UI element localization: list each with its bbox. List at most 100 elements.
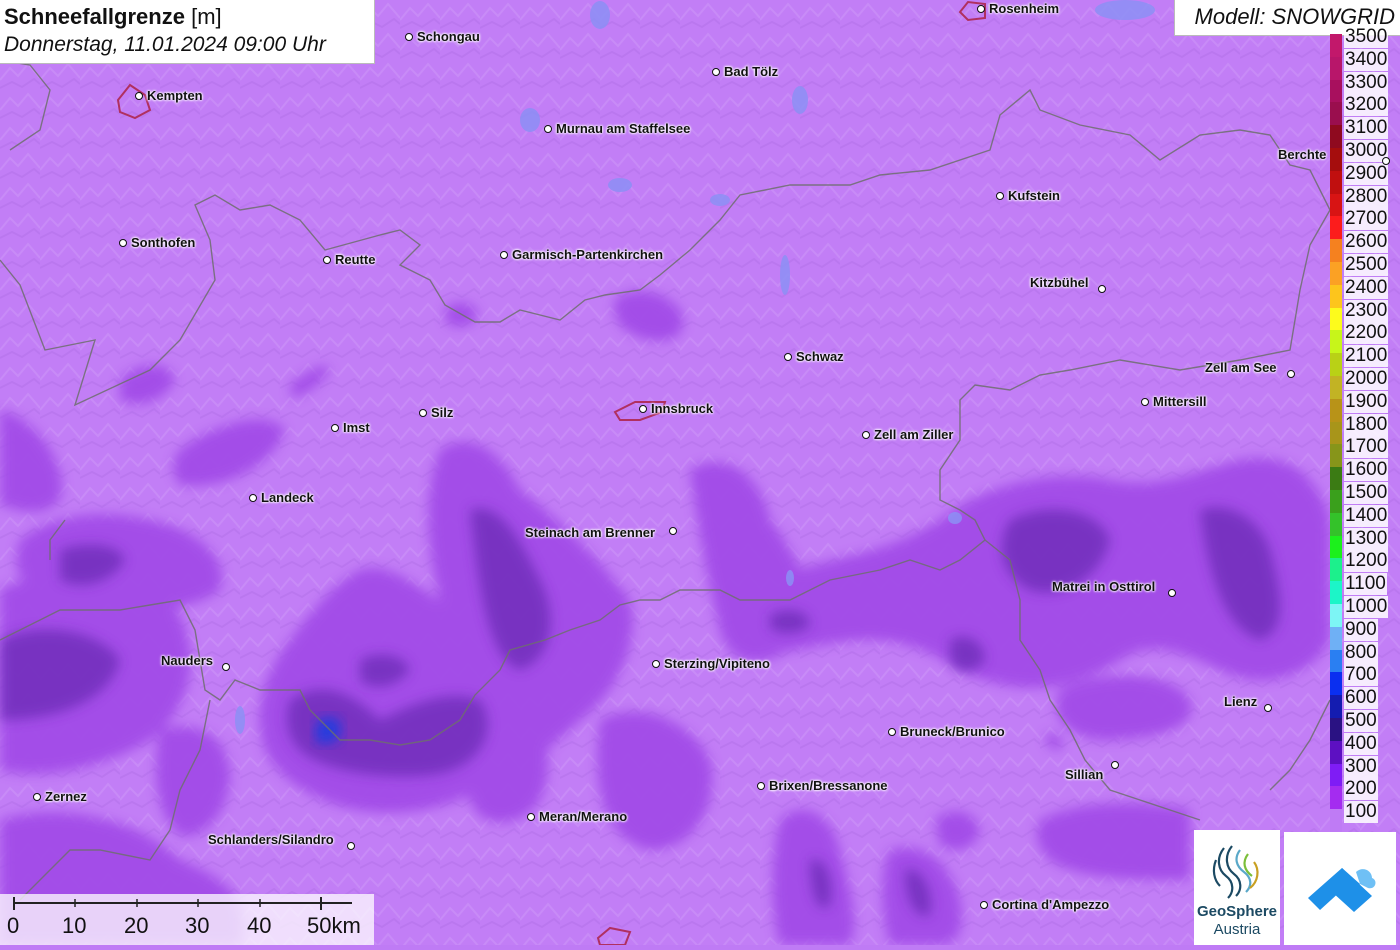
legend-swatch: [1330, 102, 1342, 126]
legend-swatch: [1330, 125, 1342, 149]
legend-label: 2600: [1344, 231, 1389, 254]
legend-label: 1100: [1344, 573, 1387, 596]
legend-label: 1200: [1344, 550, 1389, 573]
city-label: Sonthofen: [131, 235, 196, 250]
legend-swatch: [1330, 193, 1342, 217]
city-label: Zernez: [45, 789, 87, 804]
legend-swatch: [1330, 467, 1342, 491]
legend-swatch: [1330, 398, 1342, 422]
legend-swatch: [1330, 512, 1342, 536]
legend-label: 300: [1344, 755, 1378, 778]
map-canvas[interactable]: [0, 0, 1400, 945]
legend-swatch: [1330, 718, 1342, 741]
legend-label: 2000: [1344, 368, 1389, 390]
city-marker-icon[interactable]: [888, 728, 896, 736]
city-marker-icon[interactable]: [652, 660, 660, 668]
city-marker-icon[interactable]: [544, 125, 552, 133]
city-label: Silz: [431, 405, 454, 420]
legend-entry: 100: [1328, 801, 1400, 833]
scale-label: 20: [124, 913, 149, 938]
city-label: Reutte: [335, 252, 376, 267]
city-label: Bad Tölz: [724, 64, 779, 79]
city-label: Steinach am Brenner: [525, 525, 656, 540]
city-label: Schlanders/Silandro: [208, 832, 334, 847]
city-marker-icon[interactable]: [1141, 398, 1149, 406]
city-marker-icon[interactable]: [1382, 157, 1390, 165]
legend-label: 2100: [1344, 345, 1389, 368]
city-marker-icon[interactable]: [500, 251, 508, 259]
legend-swatch: [1330, 444, 1342, 468]
legend-label: 2500: [1344, 254, 1389, 276]
geosphere-logo[interactable]: GeoSphere Austria: [1194, 830, 1280, 945]
legend-swatch: [1330, 535, 1342, 559]
city-label: Kufstein: [1008, 188, 1060, 203]
city-label: Nauders: [161, 653, 214, 668]
scale-label: 30: [185, 913, 210, 938]
snowgrid-logo[interactable]: [1284, 832, 1396, 945]
city-marker-icon[interactable]: [222, 663, 230, 671]
legend-label: 3100: [1344, 117, 1389, 140]
city-marker-icon[interactable]: [639, 405, 647, 413]
legend-label: 3200: [1344, 94, 1389, 117]
city-label: Matrei in Osttirol: [1052, 579, 1156, 594]
city-marker-icon[interactable]: [135, 92, 143, 100]
city-marker-icon[interactable]: [784, 353, 792, 361]
legend-label: 2900: [1344, 162, 1389, 185]
legend-swatch: [1330, 284, 1342, 308]
legend-label: 1400: [1344, 504, 1389, 527]
city-label: Meran/Merano: [539, 809, 628, 824]
city-marker-icon[interactable]: [757, 782, 765, 790]
legend-label: 3400: [1344, 48, 1389, 71]
legend-swatch: [1330, 649, 1342, 673]
city-label: Schwaz: [796, 349, 844, 364]
legend-label: 3500: [1344, 26, 1389, 48]
legend-swatch: [1330, 56, 1342, 80]
scale-label: 50km: [307, 913, 361, 938]
city-label: Innsbruck: [651, 401, 714, 416]
legend-label: 600: [1344, 687, 1378, 710]
scale-label: 0: [7, 913, 20, 938]
city-marker-icon[interactable]: [862, 431, 870, 439]
map-title-unit: [m]: [191, 4, 222, 29]
city-marker-icon[interactable]: [1264, 704, 1272, 712]
city-marker-icon[interactable]: [33, 793, 41, 801]
city-label: Bruneck/Brunico: [900, 724, 1005, 739]
city-label: Garmisch-Partenkirchen: [512, 247, 664, 262]
city-label: Schongau: [417, 29, 480, 44]
geosphere-logo-country: Austria: [1213, 921, 1261, 938]
city-label: Cortina d'Ampezzo: [992, 897, 1110, 912]
city-label: Mittersill: [1153, 394, 1207, 409]
city-marker-icon[interactable]: [996, 192, 1004, 200]
city-marker-icon[interactable]: [405, 33, 413, 41]
city-marker-icon[interactable]: [249, 494, 257, 502]
city-marker-icon[interactable]: [119, 239, 127, 247]
legend-label: 1600: [1344, 459, 1389, 482]
legend-swatch: [1330, 421, 1342, 445]
city-marker-icon[interactable]: [1287, 370, 1295, 378]
legend-swatch: [1330, 740, 1342, 764]
legend-swatch: [1330, 170, 1342, 194]
city-marker-icon[interactable]: [331, 424, 339, 432]
city-marker-icon[interactable]: [669, 527, 677, 535]
city-marker-icon[interactable]: [419, 409, 427, 417]
city-marker-icon[interactable]: [1098, 285, 1106, 293]
legend-label: 800: [1344, 641, 1378, 664]
city-marker-icon[interactable]: [980, 901, 988, 909]
legend-swatch: [1330, 786, 1342, 810]
legend-label: 1700: [1344, 436, 1389, 459]
legend-label: 1000: [1344, 596, 1389, 618]
city-marker-icon[interactable]: [323, 256, 331, 264]
legend-swatch: [1330, 558, 1342, 582]
city-marker-icon[interactable]: [347, 842, 355, 850]
legend-swatch: [1330, 148, 1342, 171]
city-marker-icon[interactable]: [712, 68, 720, 76]
city-marker-icon[interactable]: [977, 5, 985, 13]
legend-swatch: [1330, 307, 1342, 331]
city-marker-icon[interactable]: [1168, 589, 1176, 597]
legend-swatch: [1330, 353, 1342, 377]
legend-label: 500: [1344, 710, 1378, 732]
legend-label: 900: [1344, 618, 1378, 641]
city-marker-icon[interactable]: [527, 813, 535, 821]
city-marker-icon[interactable]: [1111, 761, 1119, 769]
legend-label: 2300: [1344, 299, 1389, 322]
